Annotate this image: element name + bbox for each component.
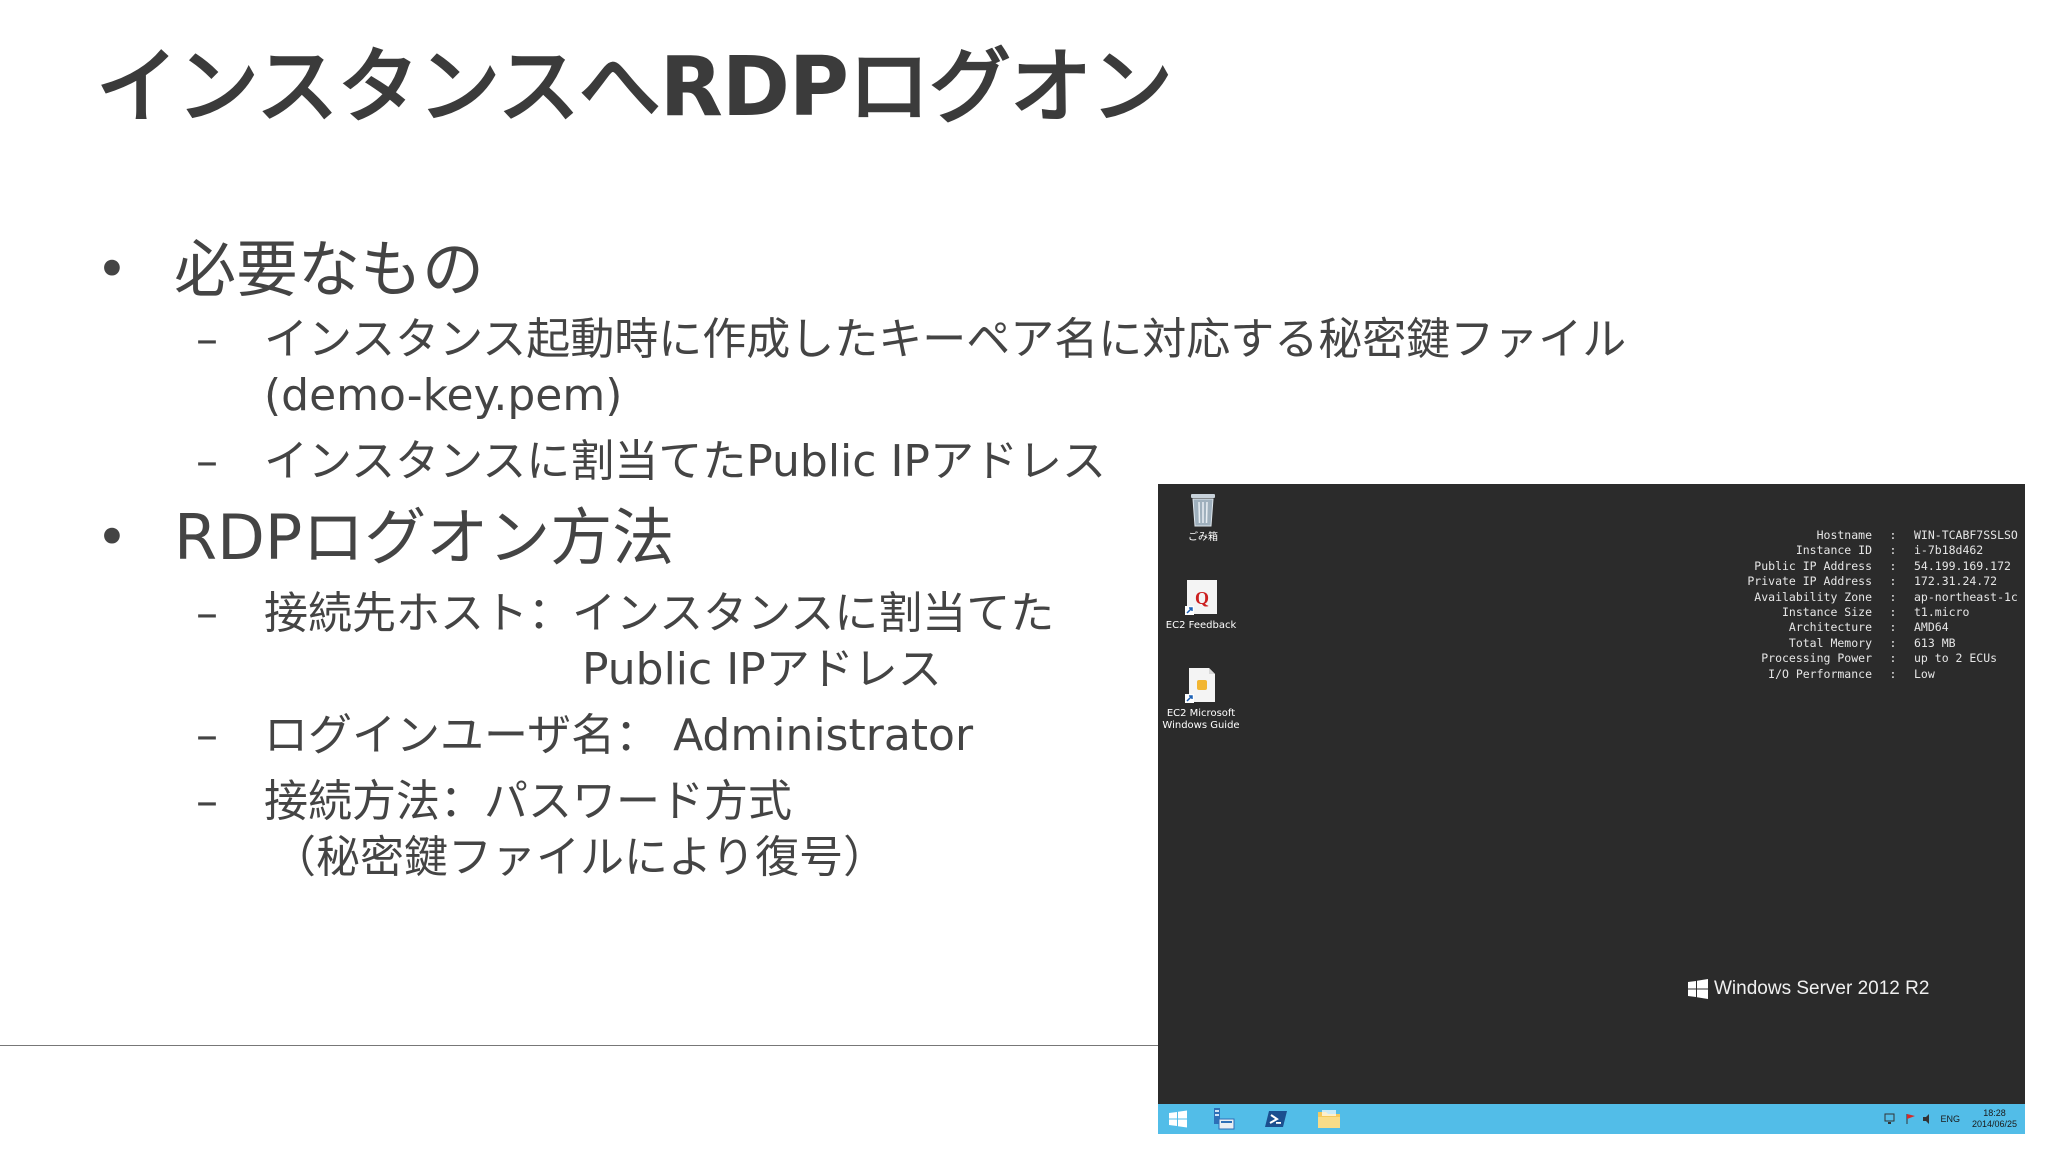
footer-divider: [0, 1045, 1160, 1046]
sub-bullet-public-ip: – インスタンスに割当てたPublic IPアドレス: [96, 434, 1696, 490]
sub-bullet-dash: –: [196, 588, 218, 639]
slide-title: インスタンスへRDPログオン: [96, 40, 1173, 135]
bginfo-key: Instance Size: [1781, 605, 1872, 620]
network-icon[interactable]: [1884, 1113, 1898, 1125]
bginfo-key: Hostname: [1816, 528, 1872, 542]
bginfo-separator: :: [1889, 651, 1897, 666]
system-tray: ENG 18:28 2014/06/25: [1884, 1104, 2017, 1134]
bginfo-value: AMD64: [1914, 620, 1949, 635]
clock-time: 18:28: [1983, 1108, 2006, 1118]
desktop-icon-recycle-bin[interactable]: ごみ箱: [1158, 490, 1248, 544]
bginfo-value: ap-northeast-1c: [1914, 589, 2018, 604]
bginfo-value: 613 MB: [1914, 635, 1956, 650]
sub-bullet-key-file: – インスタンス起動時に作成したキーペア名に対応する秘密鍵ファイル (demo-…: [96, 312, 1696, 424]
recycle-bin-icon: [1188, 490, 1218, 528]
bginfo-separator: :: [1889, 605, 1897, 620]
bginfo-separator: :: [1889, 666, 1897, 681]
desktop-icon-ec2-feedback[interactable]: Q EC2 Feedback: [1158, 578, 1246, 632]
desktop-icon-label: EC2 Feedback: [1165, 620, 1237, 631]
input-language[interactable]: ENG: [1940, 1114, 1960, 1124]
file-explorer-icon: [1318, 1110, 1340, 1128]
bginfo-separator: :: [1889, 543, 1897, 558]
bginfo-row: I/O Performance: Low: [1638, 667, 2018, 682]
powershell-button[interactable]: [1264, 1107, 1288, 1131]
windows-logo-icon: [1688, 979, 1708, 999]
taskbar-clock[interactable]: 18:28 2014/06/25: [1972, 1108, 2017, 1130]
bginfo-panel: Hostname: WIN-TCABF7SSLSO Instance ID: i-7b…: [1638, 528, 2018, 682]
bullet-label: RDPログオン方法: [174, 501, 675, 574]
notification-flag-icon[interactable]: [1904, 1113, 1918, 1125]
bginfo-row: Architecture: AMD64: [1638, 620, 2018, 635]
clock-date: 2014/06/25: [1971, 1119, 2017, 1129]
desktop-icon-ec2-guide[interactable]: EC2 Microsoft Windows Guide: [1158, 666, 1246, 732]
bginfo-row: Availability Zone: ap-northeast-1c: [1638, 590, 2018, 605]
bginfo-value: t1.micro: [1914, 605, 1970, 620]
bginfo-key: I/O Performance: [1768, 666, 1872, 681]
bginfo-key: Instance ID: [1795, 543, 1872, 558]
bginfo-separator: :: [1889, 558, 1897, 573]
bginfo-separator: :: [1889, 574, 1897, 589]
bullet-label: 必要なもの: [174, 233, 485, 306]
bginfo-row: Total Memory: 613 MB: [1638, 636, 2018, 651]
start-icon: [1169, 1110, 1187, 1128]
powershell-icon: [1265, 1111, 1287, 1127]
bginfo-separator: :: [1889, 589, 1897, 604]
bginfo-value: 172.31.24.72: [1914, 574, 1998, 589]
bginfo-value: 54.199.169.172: [1914, 558, 2011, 573]
bginfo-key: Private IP Address: [1747, 574, 1872, 589]
bginfo-row: Instance Size: t1.micro: [1638, 605, 2018, 620]
taskbar: ENG 18:28 2014/06/25: [1158, 1104, 2025, 1134]
bginfo-value: Low: [1914, 666, 1935, 681]
bginfo-value: WIN-TCABF7SSLSO: [1914, 528, 2018, 542]
file-explorer-button[interactable]: [1316, 1107, 1340, 1131]
sub-bullet-dash: –: [196, 776, 218, 827]
volume-icon[interactable]: [1922, 1113, 1934, 1125]
bullet-dot: •: [96, 506, 128, 569]
bginfo-separator: :: [1889, 635, 1897, 650]
sub-bullet-text: (demo-key.pem): [264, 370, 623, 421]
branding-text: Windows Server 2012 R2: [1714, 978, 1930, 999]
bullet-dot: •: [96, 238, 128, 301]
bginfo-key: Availability Zone: [1754, 589, 1872, 604]
bginfo-row: Processing Power: up to 2 ECUs: [1638, 651, 2018, 666]
sub-bullet-text: インスタンス起動時に作成したキーペア名に対応する秘密鍵ファイル: [264, 314, 1627, 365]
sub-bullet-text: インスタンスに割当てたPublic IPアドレス: [264, 436, 1106, 487]
windows-server-branding: Windows Server 2012 R2: [1688, 978, 1929, 1000]
slide: インスタンスへRDPログオン • 必要なもの – インスタンス起動時に作成したキ…: [0, 0, 2048, 1152]
bullet-requirements: • 必要なもの: [96, 228, 1696, 312]
sub-bullet-dash: –: [196, 436, 218, 487]
bginfo-row: Instance ID: i-7b18d462: [1638, 543, 2018, 558]
desktop-icon-label: EC2 Microsoft Windows Guide: [1162, 708, 1240, 731]
bginfo-key: Processing Power: [1761, 651, 1872, 666]
rdp-desktop-screenshot: ごみ箱 Q EC2 Feedback EC2 Microsoft Windows…: [1158, 484, 2025, 1134]
bginfo-key: Architecture: [1788, 620, 1872, 635]
sub-bullet-dash: –: [196, 314, 218, 365]
desktop-icon-label: ごみ箱: [1188, 532, 1218, 543]
bginfo-row: Public IP Address: 54.199.169.172: [1638, 559, 2018, 574]
server-manager-button[interactable]: [1210, 1107, 1235, 1131]
ec2-guide-icon: [1183, 666, 1219, 704]
bginfo-separator: :: [1889, 528, 1897, 542]
bginfo-key: Total Memory: [1788, 635, 1872, 650]
bginfo-separator: :: [1889, 620, 1897, 635]
bginfo-key: Public IP Address: [1754, 558, 1872, 573]
bginfo-row: Hostname: WIN-TCABF7SSLSO: [1638, 528, 2018, 543]
bginfo-row: Private IP Address: 172.31.24.72: [1638, 574, 2018, 589]
ec2-feedback-icon: Q: [1183, 578, 1219, 616]
start-button[interactable]: [1166, 1107, 1190, 1131]
svg-text:Q: Q: [1195, 588, 1209, 608]
bginfo-value: i-7b18d462: [1914, 543, 1984, 558]
server-manager-icon: [1214, 1108, 1235, 1130]
bginfo-value: up to 2 ECUs: [1914, 651, 1998, 666]
sub-bullet-dash: –: [196, 710, 218, 761]
